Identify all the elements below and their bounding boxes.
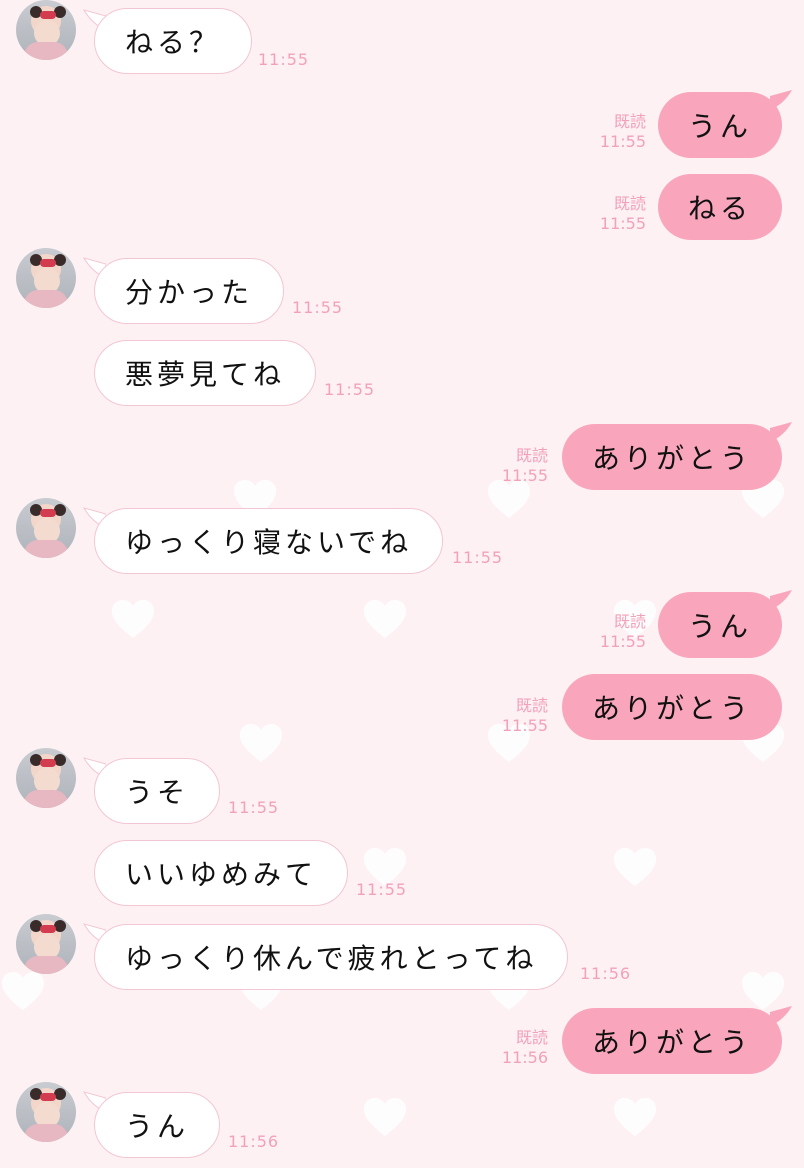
message-time: 11:55 [258, 50, 310, 69]
contact-avatar[interactable] [16, 1082, 76, 1142]
message-bubble-outgoing[interactable]: うん [658, 592, 782, 658]
read-receipt: 既読 [515, 1028, 548, 1047]
heart-icon [612, 846, 658, 888]
message-time: 11:56 [501, 1048, 548, 1067]
bubble-tail [770, 1004, 794, 1028]
message-time: 11:55 [356, 880, 408, 899]
message-bubble-incoming[interactable]: 分かった [94, 258, 285, 324]
message-time: 11:55 [599, 132, 646, 151]
bubble-tail [770, 420, 794, 444]
heart-icon [110, 598, 156, 640]
message-time: 11:55 [324, 380, 376, 399]
contact-avatar[interactable] [16, 748, 76, 808]
message-bubble-outgoing[interactable]: ありがとう [562, 1008, 782, 1074]
message-meta: 既読 11:55 [566, 612, 646, 652]
message-bubble-incoming[interactable]: ねる？ [94, 8, 253, 74]
message-bubble-incoming[interactable]: ゆっくり寝ないでね [94, 508, 444, 574]
bubble-tail [770, 588, 794, 612]
read-receipt: 既読 [613, 112, 646, 131]
message-meta: 既読 11:55 [566, 194, 646, 234]
message-meta: 既読 11:55 [468, 446, 548, 486]
message-bubble-incoming[interactable]: いいゆめみて [94, 840, 349, 906]
message-time: 11:55 [501, 716, 548, 735]
heart-icon [0, 970, 46, 1012]
heart-icon [612, 1096, 658, 1138]
heart-icon [362, 598, 408, 640]
message-bubble-incoming[interactable]: ゆっくり休んで疲れとってね [94, 924, 569, 990]
contact-avatar[interactable] [16, 248, 76, 308]
message-meta: 既読 11:55 [468, 696, 548, 736]
message-bubble-outgoing[interactable]: ねる [658, 174, 782, 240]
heart-icon [238, 722, 284, 764]
message-time: 11:56 [580, 964, 632, 983]
message-time: 11:55 [452, 548, 504, 567]
message-time: 11:55 [501, 466, 548, 485]
message-meta: 既読 11:56 [468, 1028, 548, 1068]
message-meta: 既読 11:55 [566, 112, 646, 152]
bubble-tail [770, 88, 794, 112]
message-time: 11:55 [599, 214, 646, 233]
heart-icon [362, 1096, 408, 1138]
message-time: 11:55 [292, 298, 344, 317]
message-bubble-incoming[interactable]: 悪夢見てね [94, 340, 317, 406]
read-receipt: 既読 [515, 696, 548, 715]
message-bubble-outgoing[interactable]: ありがとう [562, 424, 782, 490]
read-receipt: 既読 [515, 446, 548, 465]
read-receipt: 既読 [613, 194, 646, 213]
message-bubble-outgoing[interactable]: ありがとう [562, 674, 782, 740]
message-bubble-incoming[interactable]: うそ [94, 758, 221, 824]
message-time: 11:55 [599, 632, 646, 651]
contact-avatar[interactable] [16, 0, 76, 60]
message-time: 11:55 [228, 798, 280, 817]
message-time: 11:56 [228, 1132, 280, 1151]
message-bubble-outgoing[interactable]: うん [658, 92, 782, 158]
read-receipt: 既読 [613, 612, 646, 631]
message-bubble-incoming[interactable]: うん [94, 1092, 221, 1158]
contact-avatar[interactable] [16, 498, 76, 558]
contact-avatar[interactable] [16, 914, 76, 974]
